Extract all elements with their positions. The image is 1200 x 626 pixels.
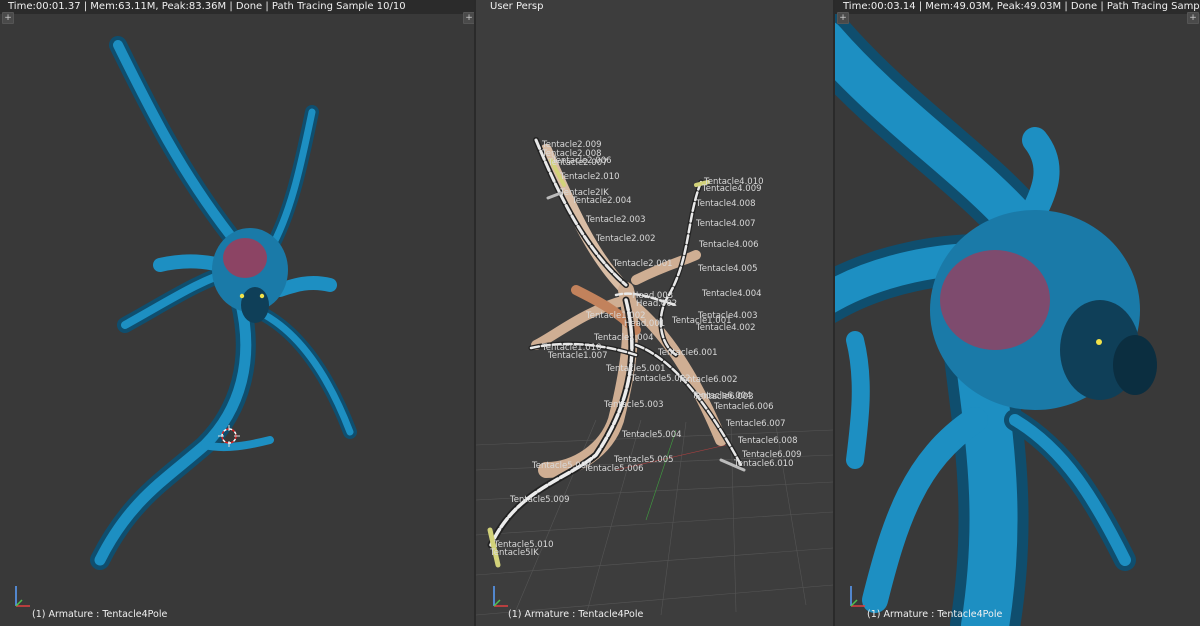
center-armature-viewport[interactable]: User Persp Tentacle2.009 Tentacle2.008 T…	[476, 0, 833, 626]
bone-label: Tentacle6.004	[691, 391, 752, 401]
bone-label: Tentacle2.001	[612, 259, 673, 269]
bone-label: Tentacle2.004	[571, 196, 632, 206]
viewport-expand-button-left[interactable]: +	[837, 12, 849, 24]
bone-label: Tentacle4.004	[701, 289, 762, 299]
right-creature-closeup-render	[835, 11, 1157, 626]
right-render-viewport[interactable]: Time:00:03.14 | Mem:49.03M, Peak:49.03M …	[835, 0, 1200, 626]
center-view-label: User Persp	[490, 1, 544, 12]
bone-label: Tentacle6.010	[733, 459, 794, 469]
bone-label: Tentacle5.002	[630, 374, 691, 384]
bone-label: Tentacle4.008	[695, 199, 756, 209]
viewport-expand-button-right[interactable]: +	[463, 12, 474, 24]
bone-label: Tentacle4.009	[701, 184, 762, 194]
armature-scene: Tentacle2.009 Tentacle2.008 Tentacle2.00…	[476, 137, 833, 616]
bone-label: Tentacle1.004	[593, 333, 654, 343]
bone-label: Tentacle2.002	[595, 234, 656, 244]
center-active-object-label: (1) Armature : Tentacle4Pole	[508, 609, 644, 620]
bone-label: Head.001	[624, 319, 665, 329]
left-render-status: Time:00:01.37 | Mem:63.11M, Peak:83.36M …	[0, 0, 474, 14]
left-render-viewport[interactable]: Time:00:01.37 | Mem:63.11M, Peak:83.36M …	[0, 0, 474, 626]
bone-label: Tentacle5.003	[603, 400, 664, 410]
bone-label: Tentacle2.010	[559, 172, 620, 182]
viewport-expand-button-right[interactable]: +	[1187, 12, 1199, 24]
axis-gizmo-icon	[15, 586, 30, 607]
bone-label: Tentacle6.006	[713, 402, 774, 412]
right-active-object-label: (1) Armature : Tentacle4Pole	[867, 609, 1003, 620]
bone-label: Tentacle4.006	[698, 240, 759, 250]
bone-label: Tentacle4.005	[697, 264, 758, 274]
bone-label: Tentacle5.009	[509, 495, 570, 505]
left-active-object-label: (1) Armature : Tentacle4Pole	[32, 609, 168, 620]
viewport-expand-button-left[interactable]: +	[2, 12, 14, 24]
bone-label: Tentacle5IK	[489, 548, 539, 558]
axis-gizmo-icon	[850, 586, 865, 607]
bone-label: Tentacle5.006	[583, 464, 644, 474]
right-render-status: Time:00:03.14 | Mem:49.03M, Peak:49.03M …	[835, 0, 1200, 14]
bone-label: Tentacle6.001	[657, 348, 718, 358]
bone-label: Tentacle4.007	[695, 219, 756, 229]
axis-gizmo-icon	[493, 586, 508, 607]
bone-label: Tentacle5.004	[621, 430, 682, 440]
left-creature-render	[90, 36, 357, 570]
bone-label: Head.002	[636, 299, 677, 309]
bone-label: Tentacle1.001	[671, 316, 732, 326]
bone-label: Tentacle6.007	[725, 419, 786, 429]
bone-label: Tentacle2.003	[585, 215, 646, 225]
bone-label: Tentacle5.001	[605, 364, 666, 374]
bone-label: Tentacle1.007	[547, 351, 608, 361]
bone-label: Tentacle2.006	[551, 156, 612, 166]
bone-label: Tentacle6.008	[737, 436, 798, 446]
bone-label: Tentacle5.007	[531, 461, 592, 471]
